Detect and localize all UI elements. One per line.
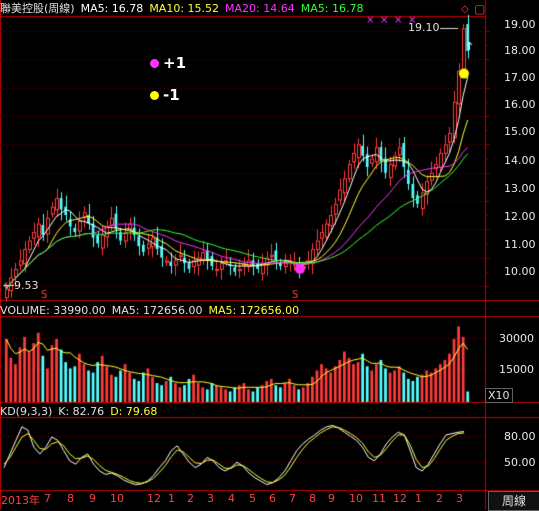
legend-minus: -1 bbox=[150, 86, 180, 104]
kd-y-tick: 80.00 bbox=[504, 430, 536, 443]
stock-title: 聯美控股(周線) bbox=[0, 2, 75, 15]
y-tick: 15.00 bbox=[504, 125, 536, 138]
y-tick: 16.00 bbox=[504, 98, 536, 111]
y-tick: 18.00 bbox=[504, 44, 536, 57]
x-tick: 12 bbox=[393, 492, 407, 505]
legend-plus-label: +1 bbox=[163, 54, 187, 72]
diamond-icon[interactable]: ◇ bbox=[461, 4, 469, 15]
volume-unit-badge: X10 bbox=[485, 388, 513, 403]
x-tick: 10 bbox=[110, 492, 124, 505]
kd-label: KD(9,3,3) bbox=[0, 405, 53, 418]
x-tick: 10 bbox=[349, 492, 363, 505]
x-tick: 3 bbox=[207, 492, 214, 505]
x-tick: 7 bbox=[44, 492, 51, 505]
x-tick: 8 bbox=[309, 492, 316, 505]
price-header: 聯美控股(周線) MA5: 16.78 MA10: 15.52 MA20: 14.64… bbox=[0, 1, 369, 17]
volume-y-tick: 30000 bbox=[499, 332, 534, 345]
x-tick: 9 bbox=[328, 492, 335, 505]
ma5b-value: MA5: 16.78 bbox=[300, 2, 364, 15]
y-tick: 17.00 bbox=[504, 71, 536, 84]
window-box-icon[interactable]: ▢ bbox=[474, 2, 485, 16]
volume-label: VOLUME: 33990.00 bbox=[0, 304, 106, 317]
volume-ma5: MA5: 172656.00 bbox=[111, 304, 203, 317]
x-tick: 11 bbox=[372, 492, 386, 505]
y-tick: 11.00 bbox=[504, 238, 536, 251]
ma10-value: MA10: 15.52 bbox=[149, 2, 220, 15]
legend-plus: +1 bbox=[150, 54, 186, 72]
timeframe-button[interactable]: 周線 bbox=[488, 491, 539, 511]
y-tick: 13.00 bbox=[504, 182, 536, 195]
kd-d-value: D: 79.68 bbox=[110, 405, 158, 418]
kd-y-tick: 50.00 bbox=[504, 456, 536, 469]
kd-header: KD(9,3,3) K: 82.76 D: 79.68 bbox=[0, 404, 163, 420]
yellow-dot-icon bbox=[150, 91, 159, 100]
x-tick: 2013年 bbox=[1, 494, 40, 507]
x-tick: 8 bbox=[67, 492, 74, 505]
x-tick: 5 bbox=[249, 492, 256, 505]
x-tick: 9 bbox=[89, 492, 96, 505]
stock-chart-canvas[interactable] bbox=[0, 0, 539, 510]
x-tick: 2 bbox=[436, 492, 443, 505]
x-tick: 6 bbox=[269, 492, 276, 505]
x-tick: 4 bbox=[228, 492, 235, 505]
volume-y-tick: 15000 bbox=[499, 363, 534, 376]
x-tick: 7 bbox=[289, 492, 296, 505]
ma5-value: MA5: 16.78 bbox=[80, 2, 144, 15]
x-tick: 12 bbox=[147, 492, 161, 505]
volume-ma5b: MA5: 172656.00 bbox=[208, 304, 300, 317]
x-tick: 3 bbox=[456, 492, 463, 505]
low-annotation: 9.53 bbox=[14, 279, 39, 292]
x-tick: 1 bbox=[168, 492, 175, 505]
y-tick: 19.00 bbox=[504, 18, 536, 31]
legend-minus-label: -1 bbox=[163, 86, 180, 104]
x-tick: 2 bbox=[187, 492, 194, 505]
y-tick: 10.00 bbox=[504, 265, 536, 278]
kd-k-value: K: 82.76 bbox=[58, 405, 105, 418]
y-tick: 12.00 bbox=[504, 210, 536, 223]
ma20-value: MA20: 14.64 bbox=[225, 2, 295, 15]
x-tick: 1 bbox=[415, 492, 422, 505]
y-tick: 14.00 bbox=[504, 154, 536, 167]
magenta-dot-icon bbox=[150, 59, 159, 68]
volume-header: VOLUME: 33990.00 MA5: 172656.00 MA5: 17265… bbox=[0, 303, 305, 319]
high-annotation: 19.10 bbox=[408, 21, 440, 34]
